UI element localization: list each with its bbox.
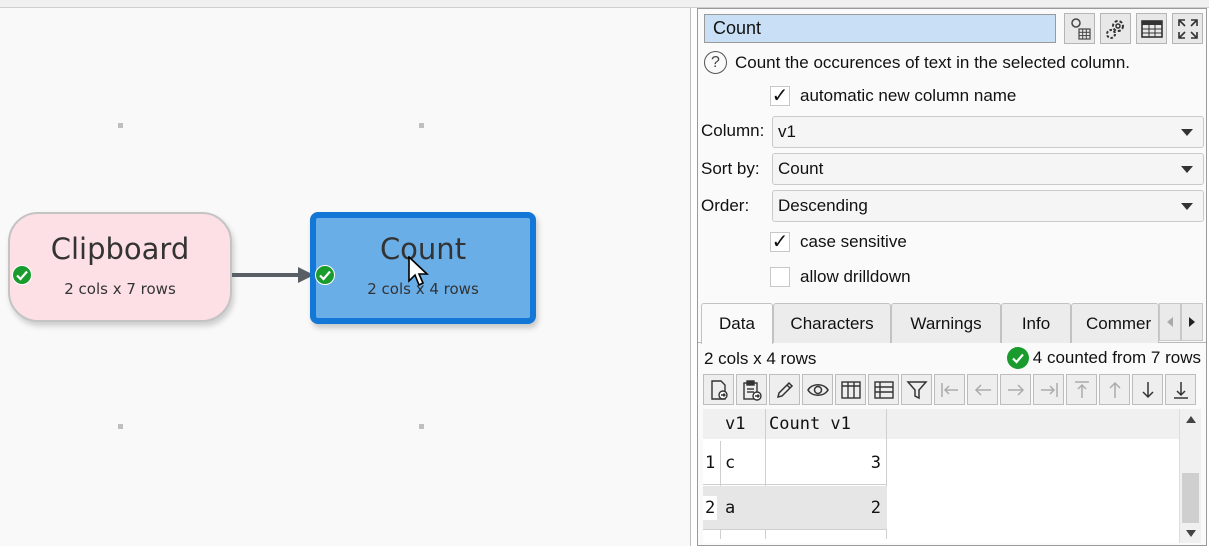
- last-row-icon[interactable]: [1165, 374, 1196, 405]
- node-title: Clipboard: [50, 232, 190, 266]
- rows-icon[interactable]: [868, 374, 899, 405]
- cell-count[interactable]: 3: [869, 451, 883, 475]
- row-number: 1: [705, 453, 716, 473]
- mouse-cursor-icon: [408, 256, 430, 287]
- next-row-icon[interactable]: [1132, 374, 1163, 405]
- case-sensitive-checkbox[interactable]: ✓: [770, 232, 790, 252]
- node-subtitle: 2 cols x 7 rows: [64, 280, 176, 298]
- help-row: ? Count the occurences of text in the se…: [704, 51, 1130, 74]
- tab-warnings[interactable]: Warnings: [891, 303, 1001, 343]
- help-icon[interactable]: ?: [704, 51, 727, 74]
- first-column-icon[interactable]: [934, 374, 965, 405]
- scroll-thumb[interactable]: [1182, 473, 1199, 523]
- chevron-down-icon: [1181, 203, 1193, 210]
- column-select[interactable]: v1: [772, 116, 1204, 148]
- tab-scroll-left-icon[interactable]: [1159, 303, 1181, 341]
- order-value: Descending: [778, 196, 868, 215]
- table-view-icon[interactable]: [1136, 13, 1167, 44]
- order-label: Order:: [701, 196, 750, 215]
- row-number: 2: [703, 496, 718, 520]
- help-text: Count the occurences of text in the sele…: [735, 52, 1131, 72]
- scroll-up-icon[interactable]: [1185, 415, 1197, 424]
- next-column-icon[interactable]: [1000, 374, 1031, 405]
- copy-clipboard-icon[interactable]: [736, 374, 767, 405]
- ok-check-icon: [1006, 347, 1029, 369]
- tab-info[interactable]: Info: [1001, 303, 1071, 343]
- order-row: Order:: [701, 196, 749, 216]
- clipboard-node[interactable]: Clipboard 2 cols x 7 rows: [8, 212, 232, 322]
- tab-comments[interactable]: Commer: [1071, 303, 1159, 343]
- drilldown-option[interactable]: allow drilldown: [770, 267, 911, 287]
- column-label: Column:: [701, 121, 765, 140]
- output-tabs: Data Characters Warnings Info Commer: [698, 303, 1206, 344]
- eye-icon[interactable]: [802, 374, 833, 405]
- first-row-icon[interactable]: [1066, 374, 1097, 405]
- table-row[interactable]: 1 c 3: [703, 441, 887, 485]
- tab-characters[interactable]: Characters: [773, 303, 891, 343]
- connector-arrow[interactable]: [232, 265, 316, 285]
- tab-scroll-right-icon[interactable]: [1181, 303, 1203, 341]
- grid-dot: [419, 123, 424, 128]
- table-row[interactable]: 2 a 2: [703, 486, 887, 530]
- node-settings-button[interactable]: [1064, 13, 1095, 44]
- grid-dot: [118, 424, 123, 429]
- column-row: Column:: [701, 121, 764, 141]
- export-file-icon[interactable]: [703, 374, 734, 405]
- top-bar: [0, 0, 1209, 8]
- sort-label: Sort by:: [701, 159, 760, 178]
- node-name-field[interactable]: Count: [704, 14, 1056, 43]
- edit-pencil-icon[interactable]: [769, 374, 800, 405]
- grid-scrollbar[interactable]: [1179, 409, 1201, 543]
- chevron-down-icon: [1181, 129, 1193, 136]
- cell-v1[interactable]: a: [723, 496, 737, 520]
- drilldown-label: allow drilldown: [800, 267, 911, 286]
- status-text: 4 counted from 7 rows: [1032, 348, 1201, 367]
- drilldown-checkbox[interactable]: [770, 267, 790, 287]
- column-header-count[interactable]: Count v1: [767, 412, 853, 436]
- prev-row-icon[interactable]: [1099, 374, 1130, 405]
- filter-icon[interactable]: [901, 374, 932, 405]
- grid-dot: [419, 424, 424, 429]
- cell-v1[interactable]: c: [723, 451, 737, 475]
- sort-select[interactable]: Count: [772, 153, 1204, 185]
- auto-name-checkbox[interactable]: ✓: [770, 86, 790, 106]
- prev-column-icon[interactable]: [967, 374, 998, 405]
- properties-panel: Count ? Count the occurences of text in …: [697, 8, 1207, 546]
- chevron-down-icon: [1181, 166, 1193, 173]
- output-dimensions: 2 cols x 4 rows: [704, 349, 817, 368]
- order-select[interactable]: Descending: [772, 190, 1204, 222]
- case-sensitive-option[interactable]: ✓ case sensitive: [770, 232, 907, 252]
- case-sensitive-label: case sensitive: [800, 232, 907, 251]
- sort-value: Count: [778, 159, 824, 178]
- data-grid[interactable]: v1 Count v1 1 c 3 2 a 2: [703, 409, 1179, 543]
- column-value: v1: [778, 122, 796, 141]
- ok-check-icon: [12, 265, 32, 285]
- scroll-down-icon[interactable]: [1185, 529, 1197, 538]
- sort-row: Sort by:: [701, 159, 760, 179]
- cell-count[interactable]: 2: [869, 496, 883, 520]
- grid-dot: [118, 123, 123, 128]
- auto-name-label: automatic new column name: [800, 86, 1017, 105]
- gears-icon[interactable]: [1100, 13, 1131, 44]
- columns-icon[interactable]: [835, 374, 866, 405]
- column-header-v1[interactable]: v1: [723, 412, 747, 436]
- status-message: 4 counted from 7 rows: [1006, 347, 1201, 369]
- expand-icon[interactable]: [1172, 13, 1203, 44]
- last-column-icon[interactable]: [1033, 374, 1064, 405]
- ok-check-icon: [315, 265, 335, 285]
- auto-name-option[interactable]: ✓ automatic new column name: [770, 86, 1016, 106]
- tab-data[interactable]: Data: [701, 303, 773, 344]
